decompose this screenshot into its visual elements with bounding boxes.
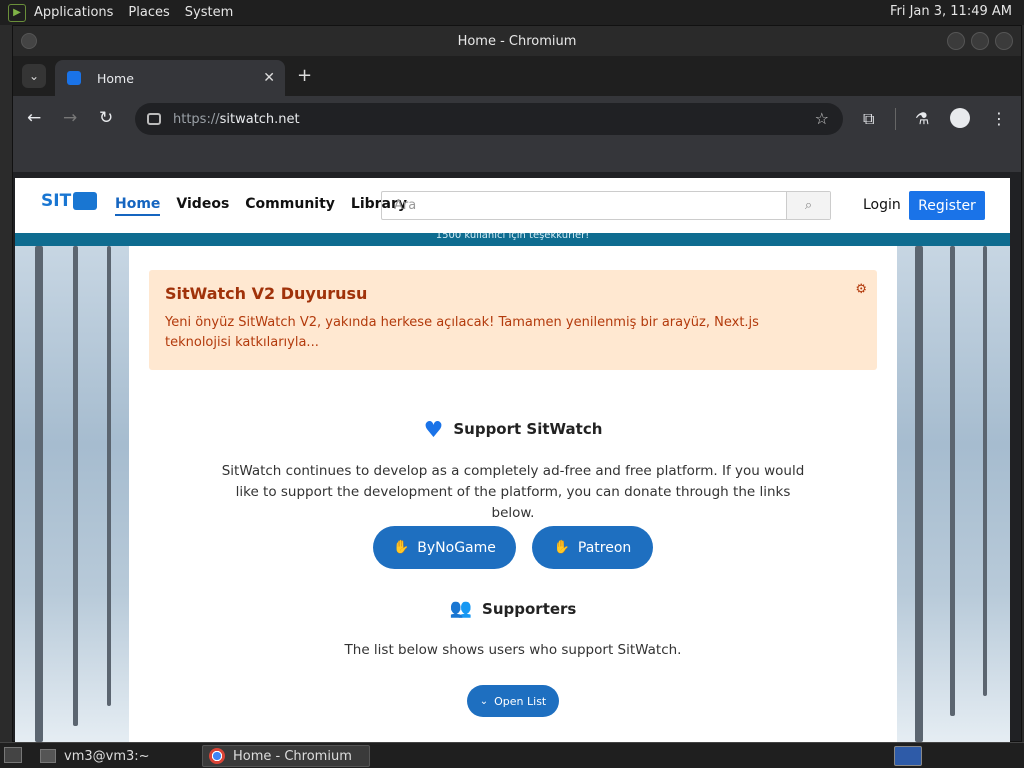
heart-icon: ♥	[423, 418, 444, 443]
labs-flask-icon[interactable]: ⚗	[915, 109, 929, 128]
site-favicon-icon	[67, 71, 81, 85]
support-heading: ♥ Support SitWatch	[423, 418, 603, 443]
tree-trunk	[107, 246, 111, 706]
tree-trunk	[983, 246, 987, 696]
close-window-button[interactable]	[995, 32, 1013, 50]
url-text[interactable]: https://sitwatch.net	[173, 112, 300, 127]
site-header: SIT Home Videos Community Library ⌕ Logi…	[15, 178, 1010, 233]
show-desktop-icon[interactable]	[4, 747, 22, 763]
tab-close-icon[interactable]: ✕	[263, 70, 275, 86]
window-menu-icon[interactable]	[21, 33, 37, 49]
terminal-icon	[40, 749, 56, 763]
toolbar-spacer	[13, 142, 1021, 172]
site-nav: Home Videos Community Library	[115, 196, 407, 216]
chevron-down-icon: ⌄	[479, 695, 489, 707]
donate-hand-icon: ✋	[393, 540, 410, 555]
toolbar-separator	[895, 108, 896, 130]
search-input[interactable]	[382, 192, 786, 219]
reload-icon[interactable]: ↻	[99, 108, 113, 128]
tree-trunk	[915, 246, 923, 742]
profile-avatar-icon[interactable]	[950, 108, 970, 128]
clock[interactable]: Fri Jan 3, 11:49 AM	[890, 4, 1012, 19]
support-description: SitWatch continues to develop as a compl…	[221, 463, 805, 521]
system-logo-icon[interactable]: ▶	[8, 3, 26, 22]
taskbar-terminal[interactable]: vm3@vm3:~	[34, 745, 194, 767]
system-menu[interactable]: System	[185, 5, 233, 20]
tv-logo-icon	[73, 192, 98, 210]
new-tab-plus-icon[interactable]: +	[297, 65, 312, 86]
open-list-button[interactable]: ⌄ Open List	[467, 685, 559, 717]
sitwatch-logo[interactable]: SIT	[41, 191, 98, 211]
window-titlebar[interactable]: Home - Chromium	[13, 26, 1021, 56]
bynogame-button[interactable]: ✋ ByNoGame	[373, 526, 516, 569]
chromium-icon	[209, 748, 225, 764]
users-group-icon: 👥	[449, 598, 473, 619]
workspace-switcher-icon[interactable]	[894, 746, 922, 766]
taskbar: vm3@vm3:~ Home - Chromium	[0, 742, 1024, 768]
site-info-icon[interactable]	[147, 113, 161, 125]
login-link[interactable]: Login	[863, 197, 901, 213]
window-title: Home - Chromium	[457, 33, 577, 49]
page-viewport: SIT Home Videos Community Library ⌕ Logi…	[15, 178, 1010, 742]
extensions-puzzle-icon[interactable]: ⧉	[863, 109, 874, 129]
ticker-banner: 1500 kullanıcı için teşekkürler!	[15, 233, 1010, 246]
places-menu[interactable]: Places	[128, 5, 169, 20]
tree-trunk	[35, 246, 43, 742]
back-arrow-icon[interactable]: ←	[27, 108, 41, 128]
register-button[interactable]: Register	[909, 191, 985, 220]
announcement-box: SitWatch V2 Duyurusu Yeni önyüz SitWatch…	[149, 270, 877, 370]
site-search: ⌕	[381, 191, 831, 220]
nav-videos[interactable]: Videos	[176, 196, 229, 216]
forward-arrow-icon[interactable]: →	[63, 108, 77, 128]
maximize-button[interactable]	[971, 32, 989, 50]
patreon-button[interactable]: ✋ Patreon	[532, 526, 653, 569]
tab-title: Home	[97, 70, 134, 86]
announcement-body: Yeni önyüz SitWatch V2, yakında herkese …	[165, 315, 759, 350]
tab-search-chevron-icon[interactable]: ⌄	[22, 64, 46, 88]
announcement-title: SitWatch V2 Duyurusu	[165, 284, 368, 303]
ticker-text: 1500 kullanıcı için teşekkürler!	[435, 233, 590, 241]
nav-community[interactable]: Community	[245, 196, 335, 216]
tab-home[interactable]: Home ✕	[55, 60, 285, 96]
applications-menu[interactable]: Applications	[34, 5, 113, 20]
tab-strip: ⌄ Home ✕ +	[13, 56, 1021, 96]
search-icon[interactable]: ⌕	[786, 192, 830, 219]
bookmark-star-icon[interactable]: ☆	[815, 109, 829, 128]
donate-hand-icon: ✋	[553, 540, 570, 555]
tree-trunk	[950, 246, 955, 716]
window-controls	[947, 32, 1013, 50]
tree-trunk	[73, 246, 78, 726]
nav-home[interactable]: Home	[115, 196, 161, 216]
address-bar[interactable]: https://sitwatch.net ☆	[135, 103, 843, 135]
taskbar-chromium[interactable]: Home - Chromium	[202, 745, 370, 767]
supporters-heading: 👥 Supporters	[449, 598, 577, 619]
minimize-button[interactable]	[947, 32, 965, 50]
main-content-card: SitWatch V2 Duyurusu Yeni önyüz SitWatch…	[129, 246, 897, 742]
more-menu-icon[interactable]: ⋮	[991, 109, 1007, 128]
browser-toolbar: ← → ↻ https://sitwatch.net ☆ ⧉ ⚗ ⋮	[13, 96, 1021, 142]
browser-window: Home - Chromium ⌄ Home ✕ + ← → ↻ https:/…	[12, 25, 1022, 742]
supporters-description: The list below shows users who support S…	[344, 642, 682, 658]
top-panel: ▶ Applications Places System Fri Jan 3, …	[0, 0, 1024, 25]
gear-icon[interactable]: ⚙	[855, 282, 867, 297]
